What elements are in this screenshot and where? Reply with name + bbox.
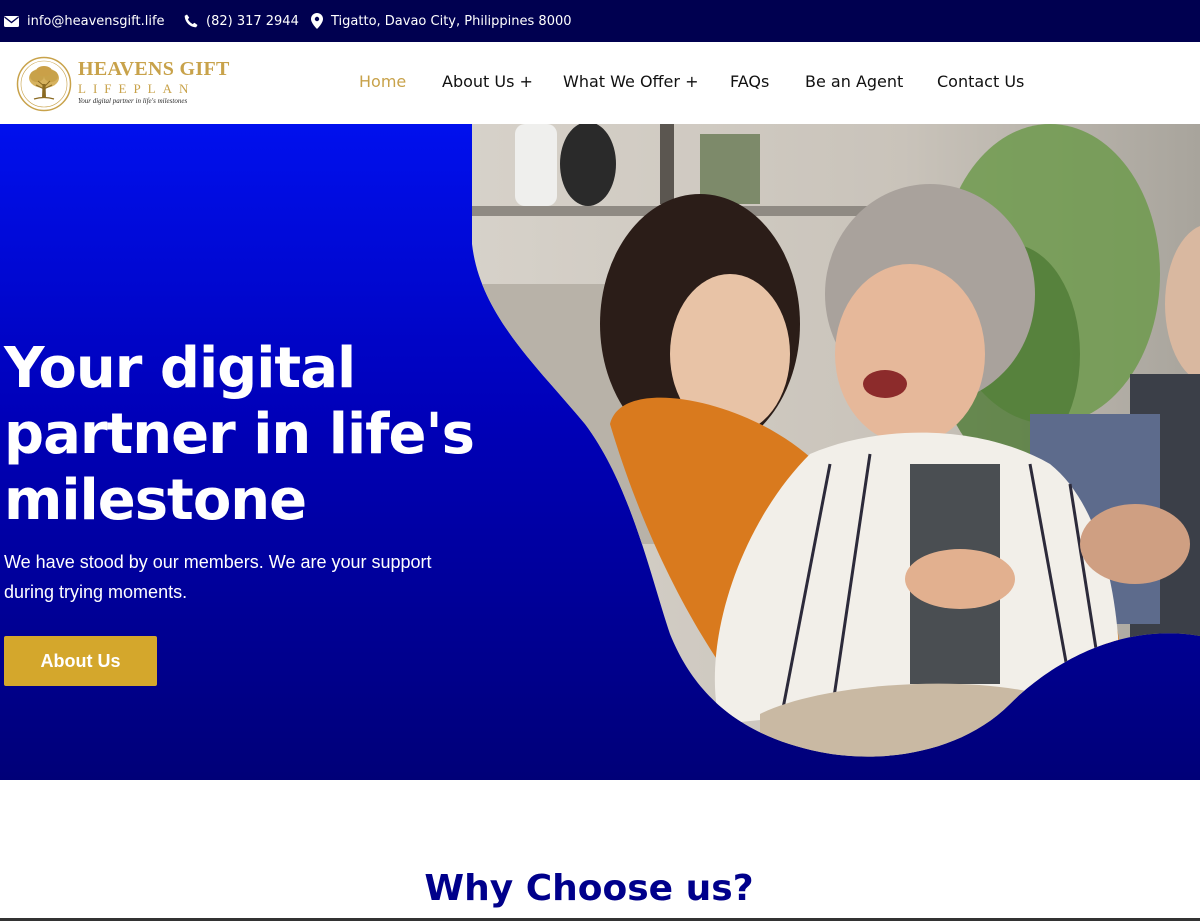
why-choose-us-heading: Why Choose us? bbox=[424, 868, 754, 909]
top-contact-bar: info@heavensgift.life (82) 317 2944 Tiga… bbox=[0, 0, 1200, 42]
contact-email[interactable]: info@heavensgift.life bbox=[4, 0, 165, 42]
contact-phone-text: (82) 317 2944 bbox=[206, 13, 299, 29]
about-us-button[interactable]: About Us bbox=[4, 636, 157, 686]
hero-description: We have stood by our members. We are you… bbox=[4, 552, 432, 602]
why-choose-us-section: Why Choose us? bbox=[0, 780, 1200, 921]
hero-title: Your digital partner in life's milestone bbox=[4, 336, 475, 533]
envelope-icon bbox=[4, 15, 19, 27]
contact-address[interactable]: Tigatto, Davao City, Philippines 8000 bbox=[311, 0, 572, 42]
contact-phone[interactable]: (82) 317 2944 bbox=[184, 0, 299, 42]
phone-icon bbox=[184, 14, 198, 28]
hero-section: Your digital partner in life's milestone… bbox=[0, 124, 1200, 780]
nav-item-about-us[interactable]: About Us + bbox=[442, 72, 533, 91]
nav-item-what-we-offer[interactable]: What We Offer + bbox=[563, 72, 698, 91]
contact-address-text: Tigatto, Davao City, Philippines 8000 bbox=[331, 13, 572, 29]
site-header: HEAVENS GIFT LIFEPLAN Your digital partn… bbox=[0, 42, 1200, 124]
map-pin-icon bbox=[311, 13, 323, 29]
nav-item-be-an-agent[interactable]: Be an Agent bbox=[805, 72, 903, 91]
contact-email-text: info@heavensgift.life bbox=[27, 13, 165, 29]
nav-item-home[interactable]: Home bbox=[359, 72, 406, 91]
main-nav: Home About Us + What We Offer + FAQs Be … bbox=[0, 42, 1200, 124]
nav-item-contact-us[interactable]: Contact Us bbox=[937, 72, 1024, 91]
nav-item-faqs[interactable]: FAQs bbox=[730, 72, 769, 91]
